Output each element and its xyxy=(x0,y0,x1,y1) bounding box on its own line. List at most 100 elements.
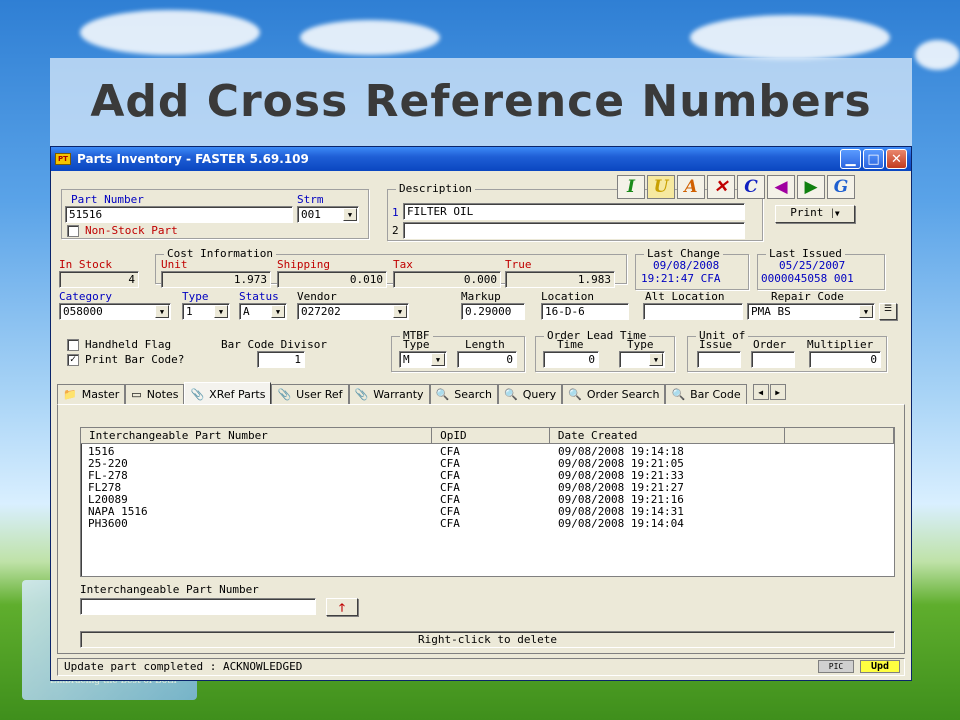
vendor-select[interactable]: 027202 ▼ xyxy=(297,303,409,320)
tab-label: Bar Code xyxy=(690,388,741,401)
category-select[interactable]: 058000 ▼ xyxy=(59,303,171,320)
chevron-down-icon[interactable]: ▼ xyxy=(649,353,663,366)
handheld-flag-checkbox[interactable] xyxy=(67,339,79,351)
repair-code-select[interactable]: PMA BS ▼ xyxy=(747,303,875,320)
description-line1-input[interactable]: FILTER OIL xyxy=(403,203,745,220)
chevron-down-icon[interactable]: ▼ xyxy=(343,208,357,221)
clip-icon: 📎 xyxy=(354,388,369,401)
repair-code-value: PMA BS xyxy=(751,305,791,318)
print-bar-code-checkbox[interactable]: ✓ xyxy=(67,354,79,366)
status-value: A xyxy=(243,305,250,318)
table-cell: FL-278 xyxy=(88,469,128,482)
last-issued-ref: 0000045058 001 xyxy=(761,272,854,285)
tab-scroll-right-icon[interactable]: ▶ xyxy=(769,384,786,400)
chevron-down-icon[interactable]: ▼ xyxy=(214,305,228,318)
type-select[interactable]: 1 ▼ xyxy=(182,303,230,320)
column-header[interactable] xyxy=(785,428,894,443)
clear-toolbar-icon[interactable]: C xyxy=(737,175,765,199)
markup-input[interactable]: 0.29000 xyxy=(461,303,525,320)
chevron-down-icon[interactable]: ▼ xyxy=(859,305,873,318)
mtbf-type-select[interactable]: M ▼ xyxy=(399,351,447,368)
close-button[interactable]: ✕ xyxy=(886,149,907,169)
interchangeable-entry-input[interactable] xyxy=(80,598,316,615)
order-lead-time-input[interactable]: 0 xyxy=(543,351,599,368)
description-line2-input[interactable] xyxy=(403,222,745,239)
table-cell: PH3600 xyxy=(88,517,128,530)
print-bar-code-label: Print Bar Code? xyxy=(85,353,185,366)
tab-search[interactable]: 🔍 Search xyxy=(429,384,499,404)
magnifier-icon: 🔍 xyxy=(568,388,582,401)
title-bar[interactable]: PT Parts Inventory - FASTER 5.69.109 ▁ □… xyxy=(51,147,911,171)
tab-scroll-left-icon[interactable]: ◀ xyxy=(752,384,769,400)
unit-issue-input[interactable] xyxy=(697,351,741,368)
tab-query[interactable]: 🔍 Query xyxy=(498,384,563,404)
unit-cost-label: Unit xyxy=(161,258,188,271)
table-cell: NAPA 1516 xyxy=(88,505,148,518)
maximize-button[interactable]: □ xyxy=(863,149,884,169)
part-number-input[interactable]: 51516 xyxy=(65,206,293,223)
chevron-down-icon[interactable]: ▼ xyxy=(155,305,169,318)
table-row[interactable]: NAPA 1516 CFA 09/08/2008 19:14:31 xyxy=(81,506,894,518)
mtbf-type-label: Type xyxy=(403,338,430,351)
update-toolbar-icon[interactable]: U xyxy=(647,175,675,199)
column-header[interactable]: OpID xyxy=(432,428,550,443)
chevron-down-icon[interactable]: ▼ xyxy=(271,305,285,318)
unit-order-input[interactable] xyxy=(751,351,795,368)
column-header[interactable]: Date Created xyxy=(550,428,786,443)
print-button[interactable]: Print │▼ xyxy=(775,205,855,223)
table-row[interactable]: 1516 CFA 09/08/2008 19:14:18 xyxy=(81,446,894,458)
minimize-button[interactable]: ▁ xyxy=(840,149,861,169)
table-row[interactable]: PH3600 CFA 09/08/2008 19:14:04 xyxy=(81,518,894,530)
tab-warranty[interactable]: 📎 Warranty xyxy=(348,384,430,404)
unit-multiplier-input[interactable]: 0 xyxy=(809,351,881,368)
shipping-value: 0.010 xyxy=(277,271,387,288)
insert-toolbar-icon[interactable]: I xyxy=(617,175,645,199)
chevron-down-icon[interactable]: ▼ xyxy=(431,353,445,366)
add-toolbar-icon[interactable]: A xyxy=(677,175,705,199)
add-xref-button[interactable]: 🡑 xyxy=(326,598,358,616)
status-select[interactable]: A ▼ xyxy=(239,303,287,320)
description-label: Description xyxy=(396,182,475,195)
column-header[interactable]: Interchangeable Part Number xyxy=(81,428,433,443)
bar-code-divisor-label: Bar Code Divisor xyxy=(221,338,327,351)
non-stock-checkbox[interactable] xyxy=(67,225,79,237)
xref-table[interactable]: Interchangeable Part Number OpID Date Crea… xyxy=(80,427,895,577)
category-value: 058000 xyxy=(63,305,103,318)
order-lead-type-select[interactable]: ▼ xyxy=(619,351,665,368)
tab-xref-parts[interactable]: 📎 XRef Parts xyxy=(184,382,272,405)
repair-code-label: Repair Code xyxy=(771,290,844,303)
magnifier-icon: 🔍 xyxy=(671,388,686,401)
clip-icon: 📎 xyxy=(190,387,205,401)
table-row[interactable]: L20089 CFA 09/08/2008 19:21:16 xyxy=(81,494,894,506)
in-stock-value: 4 xyxy=(59,271,139,288)
go-toolbar-icon[interactable]: G xyxy=(827,175,855,199)
mtbf-length-input[interactable]: 0 xyxy=(457,351,517,368)
in-stock-label: In Stock xyxy=(59,258,112,271)
chevron-down-icon[interactable]: ▼ xyxy=(393,305,407,318)
alt-location-input[interactable] xyxy=(643,303,743,320)
table-row[interactable]: FL278 CFA 09/08/2008 19:21:27 xyxy=(81,482,894,494)
upd-indicator[interactable]: Upd xyxy=(860,660,900,673)
type-value: 1 xyxy=(186,305,193,318)
pic-indicator[interactable]: PIC xyxy=(818,660,854,673)
tab-bar-code[interactable]: 🔍 Bar Code xyxy=(665,384,747,404)
alt-location-label: Alt Location xyxy=(645,290,725,303)
true-cost-value: 1.983 xyxy=(505,271,615,288)
tab-notes[interactable]: ▭ Notes xyxy=(125,384,185,404)
title-band: Add Cross Reference Numbers xyxy=(50,58,912,146)
table-row[interactable]: FL-278 CFA 09/08/2008 19:21:33 xyxy=(81,470,894,482)
xref-panel: Interchangeable Part Number OpID Date Crea… xyxy=(57,404,905,654)
next-toolbar-icon[interactable]: ▶ xyxy=(797,175,825,199)
table-row[interactable]: 25-220 CFA 09/08/2008 19:21:05 xyxy=(81,458,894,470)
tab-master[interactable]: 📁 Master xyxy=(57,384,126,404)
delete-toolbar-icon[interactable]: ✕ xyxy=(707,175,735,199)
repair-code-lookup-button[interactable]: ☰ xyxy=(879,303,897,320)
strm-select[interactable]: 001 ▼ xyxy=(297,206,359,223)
tab-user-ref[interactable]: 📎 User Ref xyxy=(271,384,349,404)
location-input[interactable]: 16-D-6 xyxy=(541,303,629,320)
shipping-label: Shipping xyxy=(277,258,330,271)
tab-order-search[interactable]: 🔍 Order Search xyxy=(562,384,666,404)
previous-toolbar-icon[interactable]: ◀ xyxy=(767,175,795,199)
strm-label: Strm xyxy=(297,193,324,206)
bar-code-divisor-input[interactable]: 1 xyxy=(257,351,305,368)
